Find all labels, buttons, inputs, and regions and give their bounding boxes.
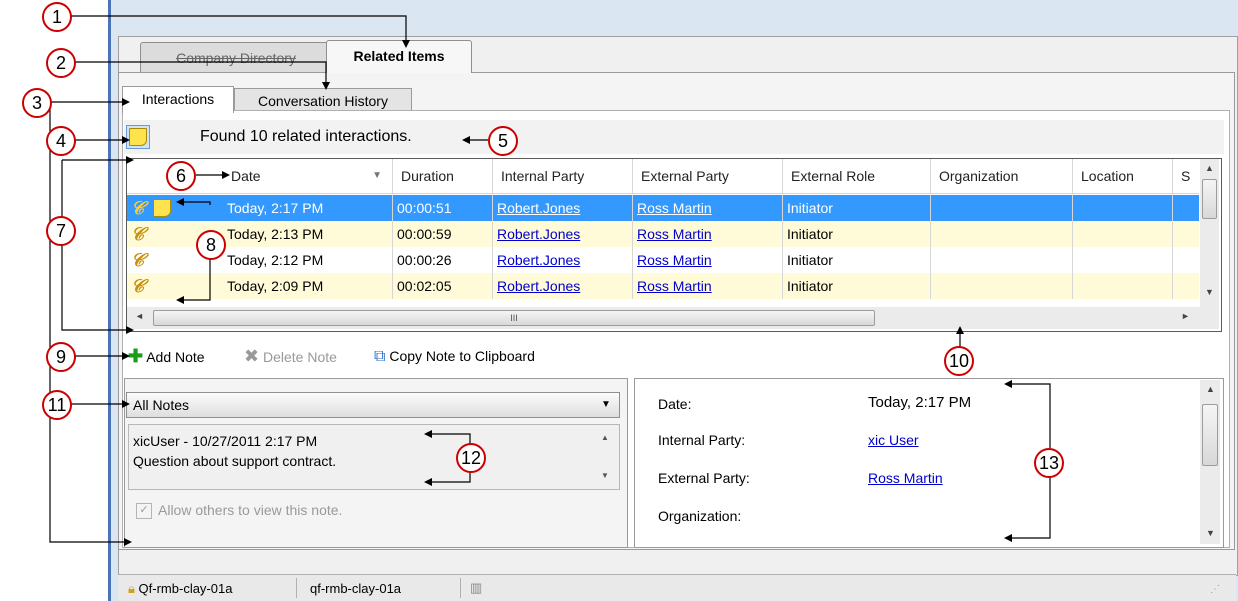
- callout-4: 4: [46, 126, 76, 156]
- callout-arrows: [49, 15, 1051, 546]
- callout-7: 7: [46, 216, 76, 246]
- callout-6: 6: [166, 161, 196, 191]
- callout-1: 1: [42, 2, 72, 32]
- callout-5: 5: [488, 126, 518, 156]
- callout-3: 3: [22, 88, 52, 118]
- callout-8: 8: [196, 230, 226, 260]
- callout-12: 12: [456, 443, 486, 473]
- callout-13: 13: [1034, 448, 1064, 478]
- callout-10: 10: [944, 346, 974, 376]
- callout-9: 9: [46, 342, 76, 372]
- callout-11: 11: [42, 390, 72, 420]
- callout-2: 2: [46, 48, 76, 78]
